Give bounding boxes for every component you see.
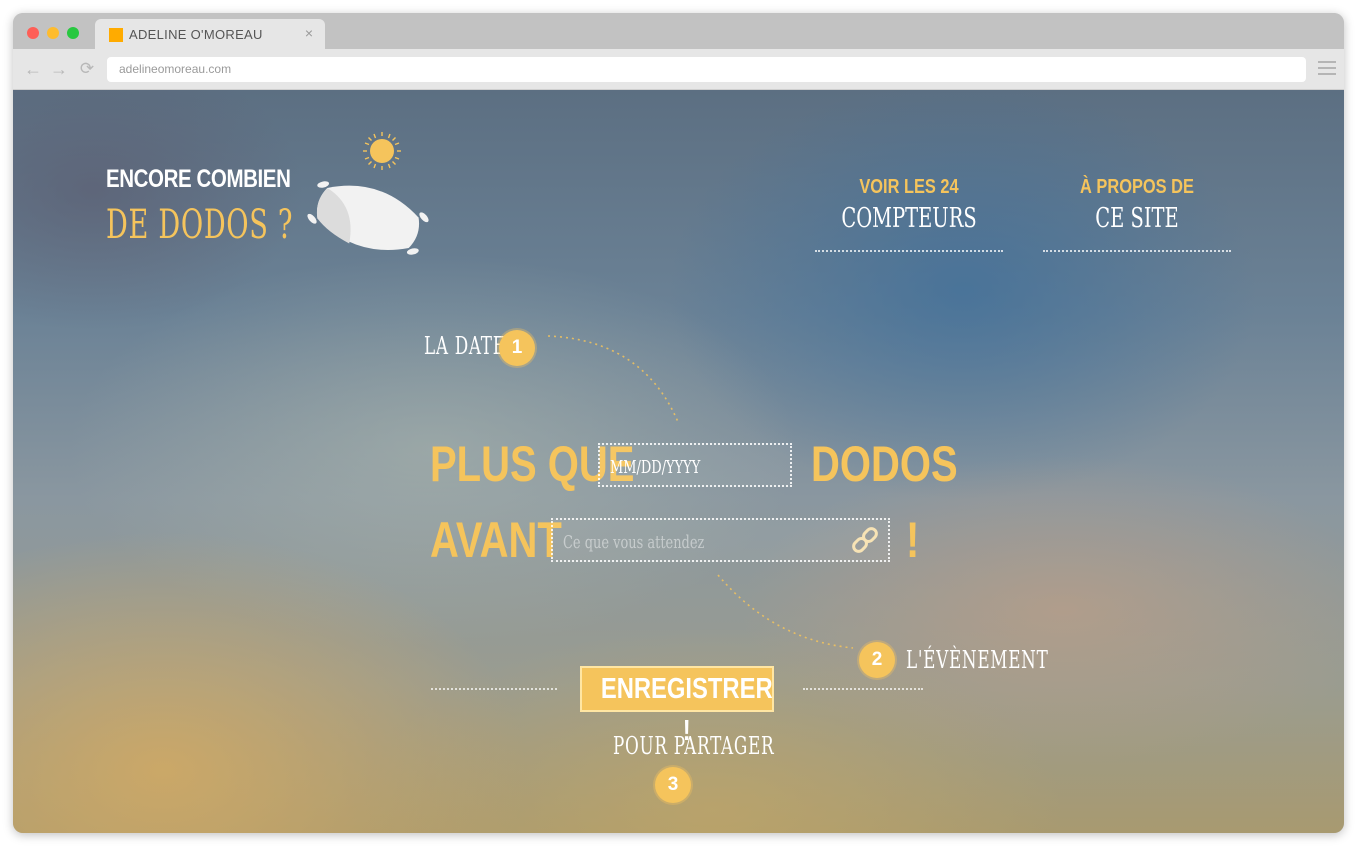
hamburger-menu-icon[interactable] <box>1318 61 1336 75</box>
url-text: adelineomoreau.com <box>119 62 232 76</box>
tab-close-icon[interactable]: × <box>305 25 313 41</box>
brand-title-line2[interactable]: DE DODOS ? <box>106 202 293 248</box>
save-button[interactable]: ENREGISTRER ! <box>580 666 774 747</box>
brand-title-line1[interactable]: ENCORE COMBIEN <box>106 165 291 194</box>
tab-title: ADELINE O'MOREAU <box>129 27 263 42</box>
browser-tab[interactable]: ADELINE O'MOREAU × <box>95 19 325 49</box>
page-viewport: ENCORE COMBIEN DE DODOS ? VOIR LES 24 CO… <box>13 90 1344 833</box>
sun-icon <box>363 132 401 170</box>
browser-toolbar: ← → ⟳ adelineomoreau.com <box>13 49 1344 90</box>
divider-left <box>431 688 557 690</box>
maximize-window-button[interactable] <box>67 27 79 39</box>
close-window-button[interactable] <box>27 27 39 39</box>
step1-badge: 1 <box>499 330 535 366</box>
date-input[interactable]: MM/DD/YYYY <box>598 443 792 487</box>
event-input[interactable]: Ce que vous attendez <box>551 518 890 562</box>
step2-badge: 2 <box>859 642 895 678</box>
nav-about-line1: À PROPOS DE <box>1080 176 1194 198</box>
step3-badge: 3 <box>655 767 691 803</box>
link-icon[interactable] <box>850 525 880 555</box>
logo[interactable] <box>298 130 438 260</box>
nav-counters-line2: COMPTEURS <box>841 203 977 234</box>
browser-window: ADELINE O'MOREAU × ← → ⟳ adelineomoreau.… <box>13 13 1344 833</box>
nav-about-underline <box>1043 250 1231 252</box>
nav-about-link[interactable]: À PROPOS DE CE SITE <box>1043 176 1231 252</box>
nav-counters-line1: VOIR LES 24 <box>859 176 959 198</box>
address-bar[interactable]: adelineomoreau.com <box>107 57 1306 82</box>
reload-icon[interactable]: ⟳ <box>77 59 97 79</box>
nav-about-line2: CE SITE <box>1095 203 1179 234</box>
step3-label: POUR PARTAGER <box>613 732 775 760</box>
nav-counters-link[interactable]: VOIR LES 24 COMPTEURS <box>815 176 1003 252</box>
minimize-window-button[interactable] <box>47 27 59 39</box>
divider-right <box>803 688 923 690</box>
pillow-icon <box>307 181 429 255</box>
dodos-text: DODOS <box>811 436 958 492</box>
tab-bar: ADELINE O'MOREAU × <box>13 13 1344 49</box>
avant-text: AVANT <box>430 512 562 568</box>
step2-label: L'ÉVÈNEMENT <box>906 646 1049 674</box>
favicon-icon <box>109 28 123 42</box>
date-placeholder: MM/DD/YYYY <box>610 457 701 478</box>
nav-counters-underline <box>815 250 1003 252</box>
back-arrow-icon[interactable]: ← <box>23 59 43 79</box>
event-placeholder: Ce que vous attendez <box>563 532 705 553</box>
step1-label: LA DATE <box>424 332 506 360</box>
exclamation-text: ! <box>906 512 920 568</box>
forward-arrow-icon[interactable]: → <box>49 59 69 79</box>
